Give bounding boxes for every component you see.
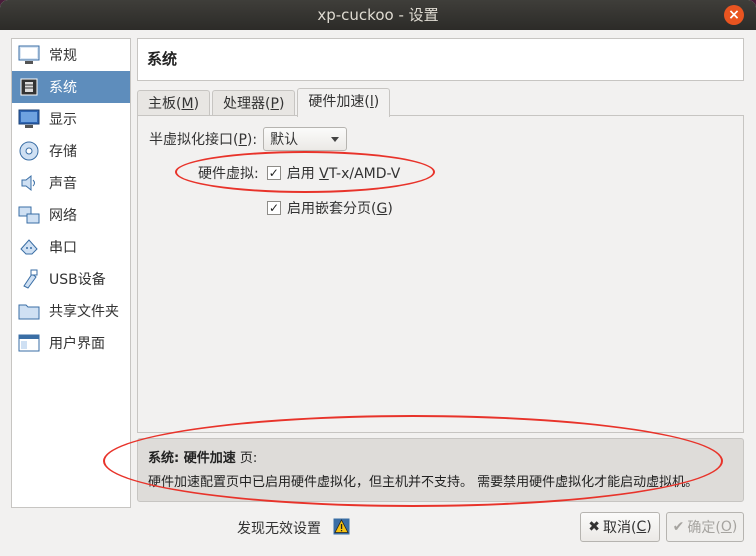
invalid-settings-label: 发现无效设置 — [237, 521, 321, 537]
page-title: 系统 — [137, 38, 744, 81]
display-icon — [18, 108, 40, 130]
tab-label: 主板 — [148, 96, 176, 112]
user-interface-icon — [18, 332, 40, 354]
tab-bar: 主板(M) 处理器(P) 硬件加速(l) — [137, 88, 392, 117]
title-bar: xp-cuckoo - 设置 × — [0, 0, 756, 30]
audio-icon — [18, 172, 40, 194]
acceleration-panel: 半虚拟化接口(P): 默认 硬件虚拟: ✓ 启用 VT-x/AMD-V ✓ 启用… — [137, 115, 744, 433]
sidebar-item-label: 系统 — [49, 80, 77, 96]
ok-button[interactable]: ✔ 确定(O) — [666, 512, 744, 542]
warning-info-panel: 系统: 硬件加速 页: 硬件加速配置页中已启用硬件虚拟化，但主机并不支持。 需要… — [137, 438, 744, 502]
shared-folder-icon — [18, 300, 40, 322]
tab-processor[interactable]: 处理器(P) — [212, 90, 296, 117]
close-button[interactable]: × — [724, 5, 744, 25]
sidebar-item-label: 网络 — [49, 208, 77, 224]
warning-title: 系统: 硬件加速 页: — [148, 451, 258, 466]
settings-sidebar: 常规 系统 显示 存储 声音 网络 串口 USB设备 共享文件夹 用户界面 — [11, 38, 131, 508]
network-icon — [18, 204, 40, 226]
tab-mnemonic: l — [369, 94, 374, 110]
hw-virt-row: 硬件虚拟: ✓ 启用 VT-x/AMD-V — [198, 163, 400, 183]
sidebar-item-label: 存储 — [49, 144, 77, 160]
general-icon — [18, 44, 40, 66]
paravirt-value: 默认 — [270, 132, 299, 148]
sidebar-item-user-interface[interactable]: 用户界面 — [12, 327, 130, 359]
serial-port-icon — [18, 236, 40, 258]
nested-paging-label[interactable]: 启用嵌套分页(G) — [287, 198, 393, 218]
paravirt-select[interactable]: 默认 — [263, 127, 348, 151]
cancel-icon: ✖ — [588, 519, 600, 535]
tab-label: 硬件加速 — [308, 94, 365, 110]
paravirt-row: 半虚拟化接口(P): 默认 — [149, 127, 348, 151]
tab-mnemonic: M — [181, 96, 194, 112]
sidebar-item-label: 共享文件夹 — [49, 304, 119, 320]
nested-paging-checkbox[interactable]: ✓ — [267, 201, 281, 215]
sidebar-item-shared-folders[interactable]: 共享文件夹 — [12, 295, 130, 327]
hw-virt-label: 硬件虚拟: — [198, 166, 259, 182]
paravirt-label: 半虚拟化接口(P): — [149, 132, 258, 148]
sidebar-item-system[interactable]: 系统 — [12, 71, 130, 103]
sidebar-item-label: 用户界面 — [49, 336, 105, 352]
sidebar-item-audio[interactable]: 声音 — [12, 167, 130, 199]
warning-message: 硬件加速配置页中已启用硬件虚拟化，但主机并不支持。 需要禁用硬件虚拟化才能启动虚… — [148, 475, 699, 490]
sidebar-item-usb[interactable]: USB设备 — [12, 263, 130, 295]
settings-window: xp-cuckoo - 设置 × 常规 系统 显示 存储 声音 网络 串口 US… — [0, 0, 756, 556]
tab-label: 处理器 — [223, 96, 266, 112]
window-title: xp-cuckoo - 设置 — [317, 6, 439, 24]
tab-motherboard[interactable]: 主板(M) — [137, 90, 211, 117]
warning-icon[interactable] — [333, 518, 350, 535]
sidebar-item-label: 串口 — [49, 240, 77, 256]
chevron-down-icon — [331, 137, 340, 142]
nested-paging-row: ✓ 启用嵌套分页(G) — [267, 198, 393, 218]
cancel-button[interactable]: ✖ 取消(C) — [580, 512, 660, 542]
sidebar-item-network[interactable]: 网络 — [12, 199, 130, 231]
vtx-label[interactable]: 启用 VT-x/AMD-V — [287, 163, 401, 183]
sidebar-item-display[interactable]: 显示 — [12, 103, 130, 135]
sidebar-item-label: 声音 — [49, 176, 77, 192]
settings-content: 系统 主板(M) 处理器(P) 硬件加速(l) 半虚拟化接口(P): 默认 硬件 — [137, 38, 744, 508]
usb-icon — [18, 268, 40, 290]
tab-mnemonic: P — [270, 96, 279, 112]
close-icon: × — [728, 7, 740, 23]
sidebar-item-label: 显示 — [49, 112, 77, 128]
sidebar-item-label: 常规 — [49, 48, 77, 64]
tab-acceleration[interactable]: 硬件加速(l) — [297, 88, 391, 117]
checkmark-icon: ✔ — [672, 519, 685, 535]
vtx-checkbox[interactable]: ✓ — [266, 166, 281, 180]
dialog-footer: 发现无效设置 ✖ 取消(C) ✔ 确定(O) — [0, 510, 756, 556]
sidebar-item-general[interactable]: 常规 — [12, 39, 130, 71]
storage-icon — [18, 140, 40, 162]
sidebar-item-serial-port[interactable]: 串口 — [12, 231, 130, 263]
sidebar-item-storage[interactable]: 存储 — [12, 135, 130, 167]
sidebar-item-label: USB设备 — [49, 272, 106, 288]
system-icon — [18, 76, 40, 98]
